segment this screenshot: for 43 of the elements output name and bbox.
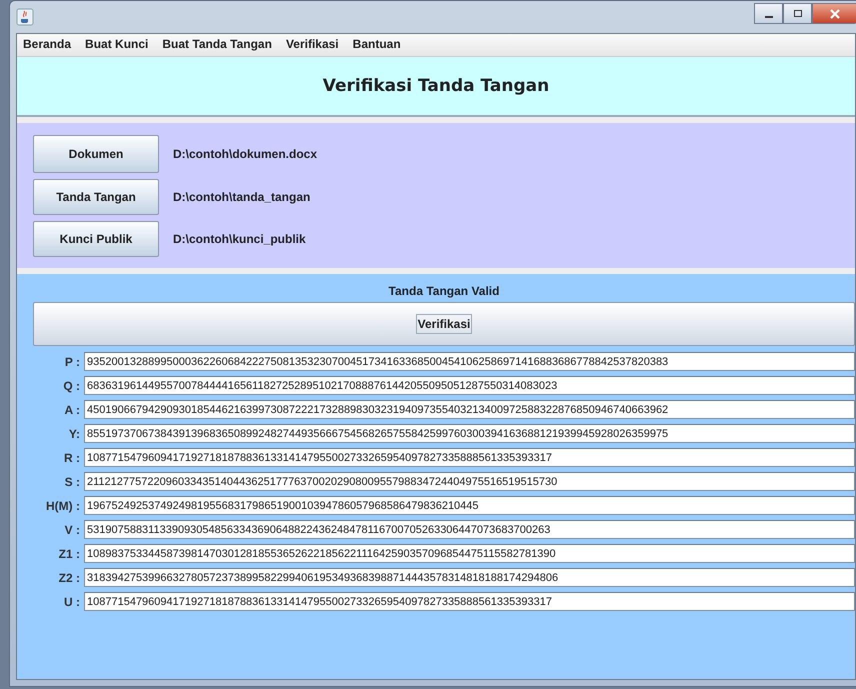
value-field[interactable]: 31839427539966327805723738995822994061953493683988714443578314818188174294806 bbox=[84, 568, 855, 587]
field-label: A : bbox=[63, 402, 80, 416]
value-field[interactable]: 1087715479609417192718187883613314147955002733265954097827335888561335393317 bbox=[84, 592, 855, 611]
field-label: V : bbox=[64, 522, 80, 536]
field-label: R : bbox=[63, 450, 80, 464]
browse-button[interactable]: Dokumen bbox=[33, 135, 159, 173]
file-path: D:\contoh\kunci_publik bbox=[173, 232, 306, 246]
file-path: D:\contoh\tanda_tangan bbox=[173, 190, 310, 204]
value-field[interactable]: 1967524925374924981955683179865190010394786057968586479836210445 bbox=[84, 496, 855, 515]
value-field[interactable]: 1087715479609417192718187883613314147955002733265954097827335888561335393317 bbox=[84, 448, 855, 467]
page-title: Verifikasi Tanda Tangan bbox=[322, 76, 550, 96]
file-path: D:\contoh\dokumen.docx bbox=[173, 147, 317, 161]
status-text: Tanda Tangan Valid bbox=[388, 284, 500, 300]
menu-item[interactable]: Bantuan bbox=[352, 37, 401, 53]
menu-item[interactable]: Beranda bbox=[23, 37, 72, 53]
menu-item[interactable]: Buat Tanda Tangan bbox=[162, 37, 272, 53]
value-field[interactable]: 68363196144955700784444165611827252895102170888761442055095051287550314083023 bbox=[84, 376, 855, 395]
value-field[interactable]: 45019066794290930185446216399730872221732889830323194097355403213400972588322876850946740663962 bbox=[84, 400, 855, 419]
verify-button[interactable]: Verifikasi bbox=[33, 302, 855, 346]
value-field[interactable]: 21121277572209603343514044362517776370020290800955798834724404975516519515730 bbox=[84, 472, 855, 491]
close-icon bbox=[828, 8, 842, 20]
value-field[interactable]: 93520013288995000362260684222750813532307004517341633685004541062586971416883686778842537820383 bbox=[84, 352, 855, 371]
menu-item[interactable]: Buat Kunci bbox=[85, 37, 148, 53]
field-label: Z1 : bbox=[58, 546, 80, 560]
minimize-icon bbox=[764, 16, 772, 18]
field-label: Q : bbox=[62, 378, 80, 392]
minimize-button[interactable] bbox=[754, 3, 783, 24]
field-label: Y: bbox=[68, 426, 80, 440]
java-cup-icon bbox=[16, 8, 34, 26]
close-button[interactable] bbox=[812, 3, 856, 24]
field-label: P : bbox=[64, 354, 80, 368]
maximize-button[interactable] bbox=[783, 3, 812, 24]
field-label: U : bbox=[63, 594, 80, 608]
value-field[interactable]: 10898375334458739814703012818553652622185622111642590357096854475115582781390 bbox=[84, 544, 855, 563]
value-field[interactable]: 85519737067384391396836508992482744935666754568265755842599760300394163688121939945928026359975 bbox=[84, 424, 855, 443]
browse-button[interactable]: Tanda Tangan bbox=[33, 179, 159, 215]
field-label: Z2 : bbox=[58, 570, 80, 584]
maximize-icon bbox=[792, 8, 804, 18]
browse-button[interactable]: Kunci Publik bbox=[33, 221, 159, 257]
value-field[interactable]: 5319075883113390930548563343690648822436248478116700705263306447073683700263 bbox=[84, 520, 855, 539]
menu-item[interactable]: Verifikasi bbox=[286, 37, 339, 53]
field-label: S : bbox=[64, 474, 80, 488]
field-label: H(M) : bbox=[45, 498, 80, 512]
